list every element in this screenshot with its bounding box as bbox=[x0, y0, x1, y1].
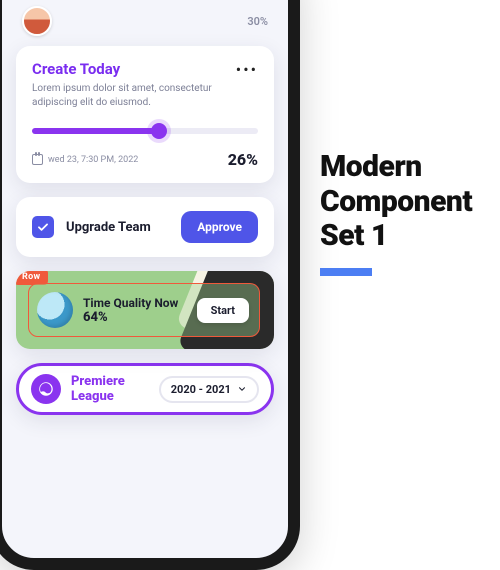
phone-mock: 30% Create Today ••• Lorem ipsum dolor s… bbox=[0, 0, 300, 570]
approve-button[interactable]: Approve bbox=[181, 211, 258, 243]
league-title: Premiere League bbox=[71, 374, 149, 404]
check-icon bbox=[36, 220, 50, 234]
avatar[interactable] bbox=[22, 6, 52, 36]
heading-line-3: Set 1 bbox=[320, 219, 500, 254]
topbar: 30% bbox=[16, 6, 274, 46]
heading-underline bbox=[320, 268, 372, 276]
time-title: Time Quality Now bbox=[83, 296, 187, 310]
slider-fill bbox=[32, 128, 159, 134]
time-pct: 64% bbox=[83, 310, 187, 325]
chevron-down-icon bbox=[237, 384, 247, 394]
create-desc: Lorem ipsum dolor sit amet, consectetur … bbox=[32, 82, 258, 110]
calendar-icon bbox=[32, 154, 43, 165]
progress-slider[interactable] bbox=[32, 124, 258, 138]
create-pct: 26% bbox=[228, 150, 258, 169]
app-screen: 30% Create Today ••• Lorem ipsum dolor s… bbox=[2, 0, 288, 558]
start-button[interactable]: Start bbox=[197, 298, 249, 323]
upgrade-label: Upgrade Team bbox=[66, 220, 169, 235]
season-dropdown[interactable]: 2020 - 2021 bbox=[159, 376, 259, 403]
time-inner: Time Quality Now 64% Start bbox=[28, 283, 260, 337]
promo-heading-block: Modern Component Set 1 bbox=[320, 150, 500, 276]
upgrade-checkbox[interactable] bbox=[32, 216, 54, 238]
date-row: wed 23, 7:30 PM, 2022 bbox=[32, 154, 138, 165]
more-icon[interactable]: ••• bbox=[236, 60, 258, 78]
heading-line-2: Component bbox=[320, 185, 500, 220]
season-value: 2020 - 2021 bbox=[171, 383, 231, 396]
upgrade-card: Upgrade Team Approve bbox=[16, 197, 274, 257]
heading-line-1: Modern bbox=[320, 150, 500, 185]
league-badge-icon bbox=[31, 374, 61, 404]
create-title: Create Today bbox=[32, 60, 120, 78]
date-text: wed 23, 7:30 PM, 2022 bbox=[48, 155, 138, 165]
time-quality-card: Row Time Quality Now 64% Start bbox=[16, 271, 274, 349]
top-progress-pct: 30% bbox=[247, 15, 268, 28]
create-today-card: Create Today ••• Lorem ipsum dolor sit a… bbox=[16, 46, 274, 183]
slider-thumb[interactable] bbox=[151, 123, 167, 139]
league-card: Premiere League 2020 - 2021 bbox=[16, 363, 274, 415]
slider-track bbox=[32, 128, 258, 134]
phone-frame: 30% Create Today ••• Lorem ipsum dolor s… bbox=[0, 0, 300, 570]
globe-icon bbox=[37, 292, 73, 328]
